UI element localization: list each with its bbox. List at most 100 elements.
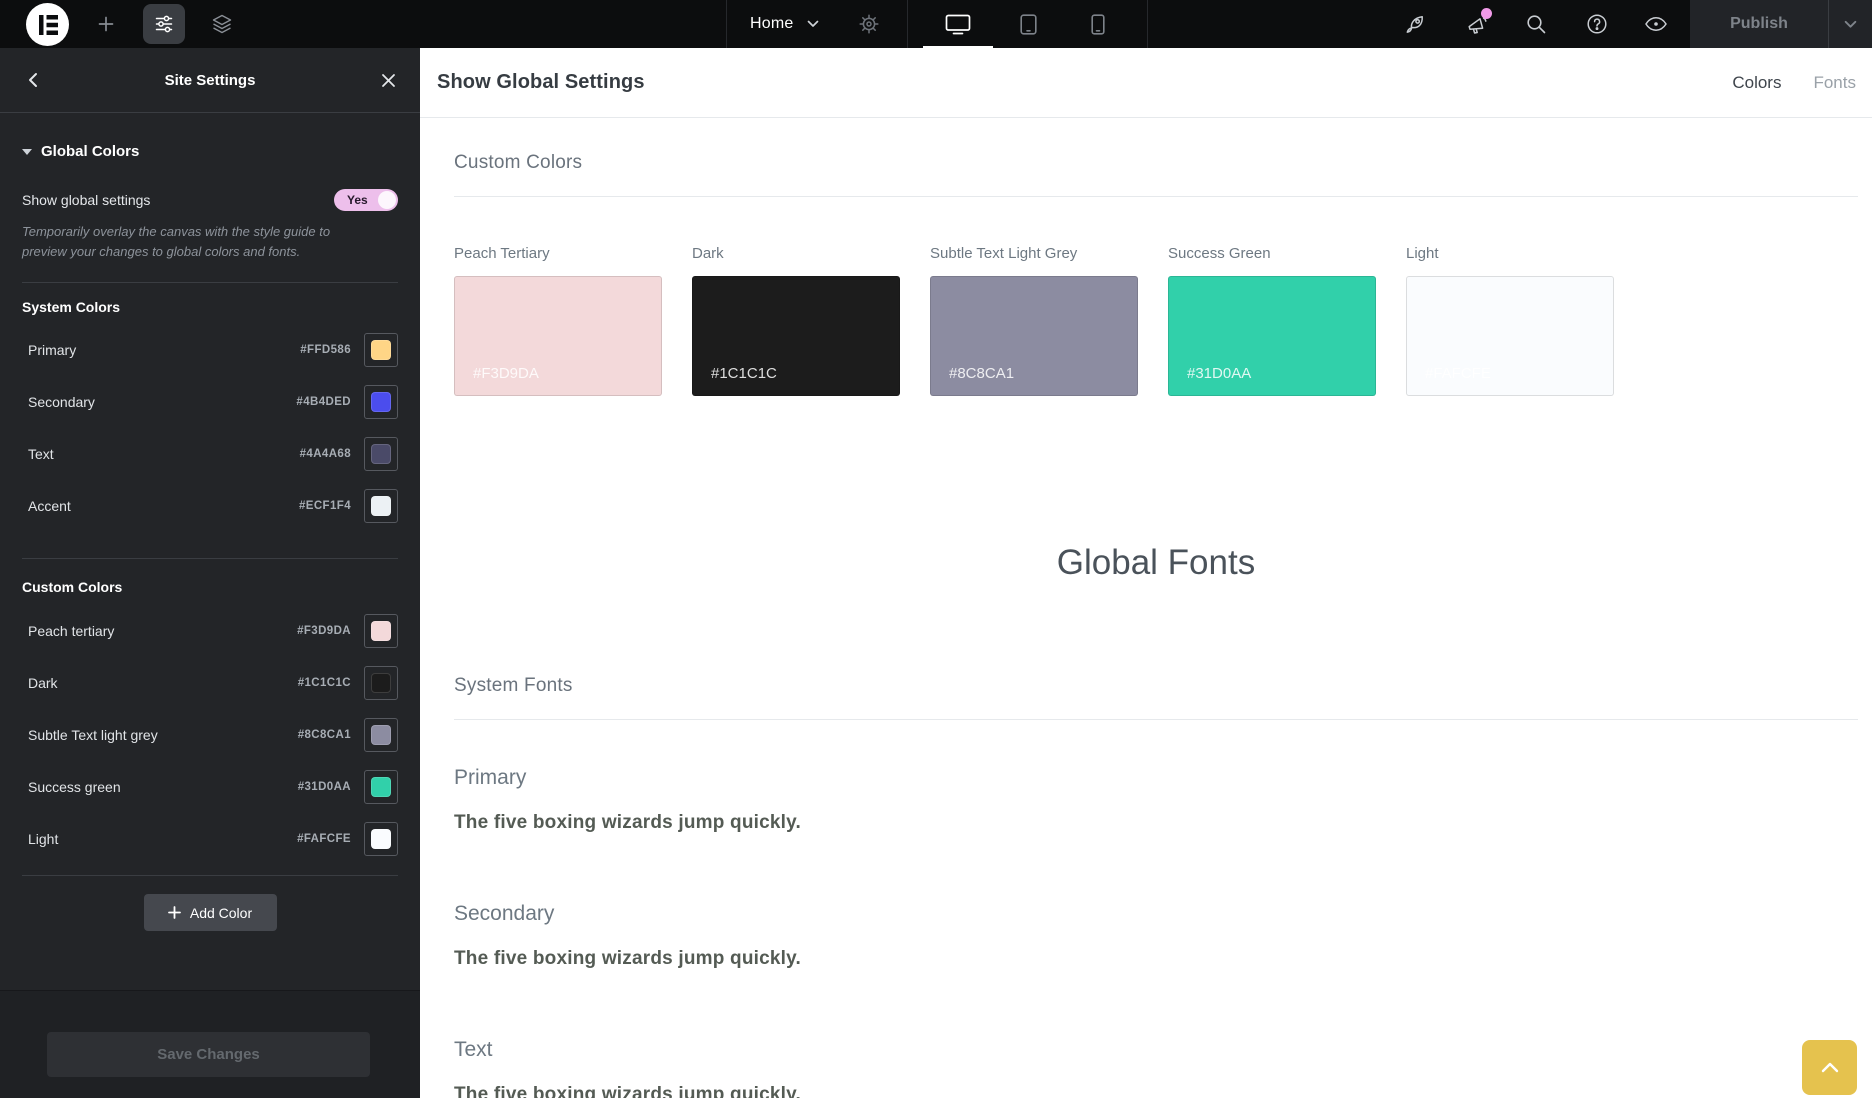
publish-options-button[interactable] [1829, 0, 1872, 48]
section-rule [454, 719, 1858, 720]
close-button[interactable] [376, 73, 400, 88]
color-hex-value: #FFD586 [300, 344, 351, 356]
color-card-label: Peach Tertiary [454, 245, 662, 262]
color-card-swatch: #31D0AA [1168, 276, 1376, 396]
nav-fonts-link[interactable]: Fonts [1813, 73, 1856, 93]
global-colors-section-header[interactable]: Global Colors [22, 143, 398, 160]
color-swatch-button[interactable] [364, 718, 398, 752]
color-row: Text #4A4A68 [22, 428, 398, 480]
device-mobile-button[interactable] [1090, 0, 1106, 48]
preview-button[interactable] [1643, 0, 1669, 48]
add-color-button[interactable]: Add Color [144, 894, 277, 931]
color-chip [371, 621, 391, 641]
site-settings-button[interactable] [143, 4, 185, 44]
chevron-up-icon [1821, 1062, 1839, 1073]
elementor-editor: Home [0, 0, 1872, 1098]
page-selector-dropdown[interactable]: Home [750, 0, 819, 48]
custom-color-cards: Peach Tertiary #F3D9DA Dark #1C1C1C [454, 245, 1858, 396]
color-card-swatch: #F3D9DA [454, 276, 662, 396]
scroll-to-top-button[interactable] [1802, 1040, 1857, 1095]
color-swatch-button[interactable] [364, 666, 398, 700]
panel-title: Site Settings [44, 72, 376, 89]
panel-header: Site Settings [0, 48, 420, 113]
color-hex-value: #4B4DED [296, 396, 351, 408]
color-name: Text [28, 446, 54, 462]
launchpad-button[interactable] [1403, 0, 1427, 48]
color-swatch-button[interactable] [364, 437, 398, 471]
color-name: Accent [28, 498, 71, 514]
eye-icon [1644, 14, 1668, 34]
color-card: Subtle Text Light Grey #8C8CA1 [930, 245, 1138, 396]
publish-button[interactable]: Publish [1690, 0, 1828, 48]
color-hex-value: #FAFCFE [297, 833, 351, 845]
color-card-label: Subtle Text Light Grey [930, 245, 1138, 262]
help-button[interactable] [1585, 0, 1609, 48]
whats-new-button[interactable] [1463, 0, 1489, 48]
chevron-down-icon [807, 20, 819, 28]
add-element-button[interactable] [90, 0, 122, 48]
plus-icon [97, 15, 115, 33]
color-swatch-button[interactable] [364, 614, 398, 648]
font-sample-label: Secondary [454, 902, 1858, 926]
back-button[interactable] [20, 72, 44, 88]
panel-footer: Save Changes [0, 990, 420, 1098]
tablet-icon [1020, 14, 1037, 35]
color-hex-value: #31D0AA [298, 781, 351, 793]
mobile-icon [1091, 14, 1105, 35]
finder-search-button[interactable] [1524, 0, 1548, 48]
show-global-settings-toggle[interactable]: Yes [334, 189, 398, 211]
color-swatch-button[interactable] [364, 822, 398, 856]
color-row: Secondary #4B4DED [22, 376, 398, 428]
rocket-icon [1404, 13, 1426, 35]
color-swatch-button[interactable] [364, 770, 398, 804]
color-card-label: Success Green [1168, 245, 1376, 262]
section-rule [454, 196, 1858, 197]
color-swatch-button[interactable] [364, 489, 398, 523]
color-hex-value: #F3D9DA [297, 625, 351, 637]
color-card-hex: #1C1C1C [711, 365, 777, 382]
font-sample: Primary The five boxing wizards jump qui… [454, 766, 1858, 834]
font-sample-label: Text [454, 1038, 1858, 1062]
color-card-swatch: #FAFCFE [1406, 276, 1614, 396]
structure-button[interactable] [205, 0, 239, 48]
gear-icon [859, 14, 879, 34]
color-card: Success Green #31D0AA [1168, 245, 1376, 396]
color-card-hex: #FAFCFE [1425, 365, 1491, 382]
color-chip [371, 777, 391, 797]
chevron-left-icon [27, 72, 38, 88]
color-card-swatch: #1C1C1C [692, 276, 900, 396]
color-swatch-button[interactable] [364, 385, 398, 419]
custom-colors-title: Custom Colors [22, 579, 398, 595]
divider [22, 558, 398, 559]
color-chip [371, 496, 391, 516]
device-desktop-button[interactable] [944, 0, 972, 48]
section-description: Temporarily overlay the canvas with the … [22, 222, 342, 261]
chevron-down-icon [1844, 20, 1857, 29]
search-icon [1525, 13, 1547, 35]
device-tablet-button[interactable] [1018, 0, 1038, 48]
font-sample: Secondary The five boxing wizards jump q… [454, 902, 1858, 970]
save-changes-button[interactable]: Save Changes [47, 1032, 370, 1077]
font-sample-text: The five boxing wizards jump quickly. [454, 948, 1858, 970]
top-toolbar: Home [0, 0, 1872, 48]
color-card-hex: #8C8CA1 [949, 365, 1014, 382]
color-card: Peach Tertiary #F3D9DA [454, 245, 662, 396]
color-row: Light #FAFCFE [22, 813, 398, 865]
font-sample-text: The five boxing wizards jump quickly. [454, 812, 1858, 834]
color-name: Light [28, 831, 58, 847]
page-settings-button[interactable] [856, 0, 882, 48]
elementor-logo[interactable] [26, 3, 69, 46]
color-row: Peach tertiary #F3D9DA [22, 605, 398, 657]
color-hex-value: #4A4A68 [300, 448, 351, 460]
custom-colors-list: Peach tertiary #F3D9DA Dark #1C1C1C [22, 605, 398, 865]
color-row: Success green #31D0AA [22, 761, 398, 813]
nav-colors-link[interactable]: Colors [1732, 73, 1781, 93]
color-chip [371, 392, 391, 412]
color-card: Dark #1C1C1C [692, 245, 900, 396]
color-hex-value: #8C8CA1 [298, 729, 351, 741]
toggle-label: Show global settings [22, 192, 150, 208]
color-chip [371, 829, 391, 849]
system-colors-list: Primary #FFD586 Secondary #4B4DED [22, 324, 398, 532]
divider [22, 282, 398, 283]
color-swatch-button[interactable] [364, 333, 398, 367]
